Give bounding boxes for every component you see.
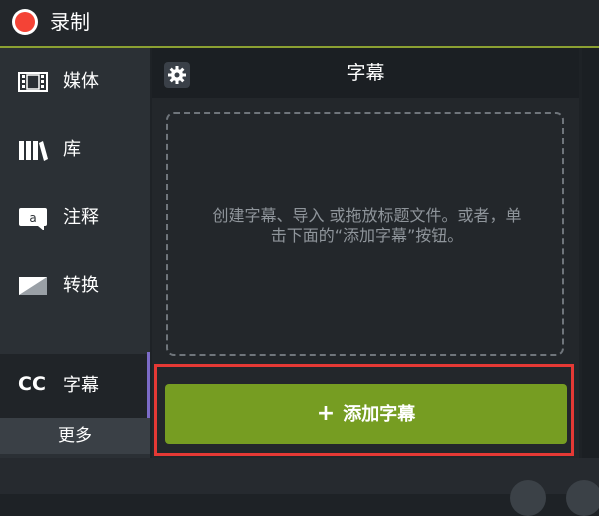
plus-icon: +: [316, 401, 336, 426]
round-button[interactable]: [510, 480, 546, 516]
sidebar-item-annotations[interactable]: a 注释: [0, 188, 150, 248]
captions-panel: 字幕 创建字幕、导入 或拖放标题文件。或者，单击下面的“添加字幕”按钮。 + 添…: [152, 48, 579, 458]
panel-header: 字幕: [152, 48, 579, 98]
bottom-bar: [0, 458, 599, 494]
film-icon: [18, 72, 48, 92]
sidebar-item-transitions[interactable]: 转换: [0, 256, 150, 316]
active-indicator: [147, 352, 150, 418]
add-caption-label: 添加字幕: [343, 404, 416, 425]
gear-icon: [168, 66, 186, 84]
sidebar-item-label: 库: [63, 139, 81, 160]
sidebar-item-media[interactable]: 媒体: [0, 52, 150, 112]
sidebar-item-label: 注释: [63, 207, 99, 228]
sidebar-item-library[interactable]: 库: [0, 120, 150, 180]
sidebar-item-label: 转换: [63, 275, 99, 296]
settings-button[interactable]: [164, 62, 190, 88]
round-button[interactable]: [566, 480, 599, 516]
record-title[interactable]: 录制: [50, 8, 90, 36]
sidebar-item-captions[interactable]: CC 字幕: [0, 354, 150, 418]
sidebar: 媒体 库 a 注释 转换 CC 字幕 更多: [0, 48, 150, 458]
top-bar: 录制: [0, 0, 599, 48]
add-caption-button[interactable]: + 添加字幕: [165, 384, 567, 444]
record-icon[interactable]: [12, 9, 38, 35]
transition-icon: [19, 277, 47, 295]
svg-text:a: a: [29, 211, 36, 225]
cc-icon: CC: [18, 373, 46, 395]
more-button[interactable]: 更多: [0, 418, 150, 454]
sidebar-item-label: 媒体: [63, 71, 99, 92]
caption-dropzone[interactable]: 创建字幕、导入 或拖放标题文件。或者，单击下面的“添加字幕”按钮。: [166, 112, 564, 356]
annotation-icon: a: [19, 208, 47, 230]
sidebar-item-label: 字幕: [63, 375, 99, 396]
dropzone-hint: 创建字幕、导入 或拖放标题文件。或者，单击下面的“添加字幕”按钮。: [212, 206, 522, 245]
right-edge: [582, 48, 599, 458]
library-icon: [19, 141, 48, 161]
panel-title: 字幕: [346, 62, 385, 84]
